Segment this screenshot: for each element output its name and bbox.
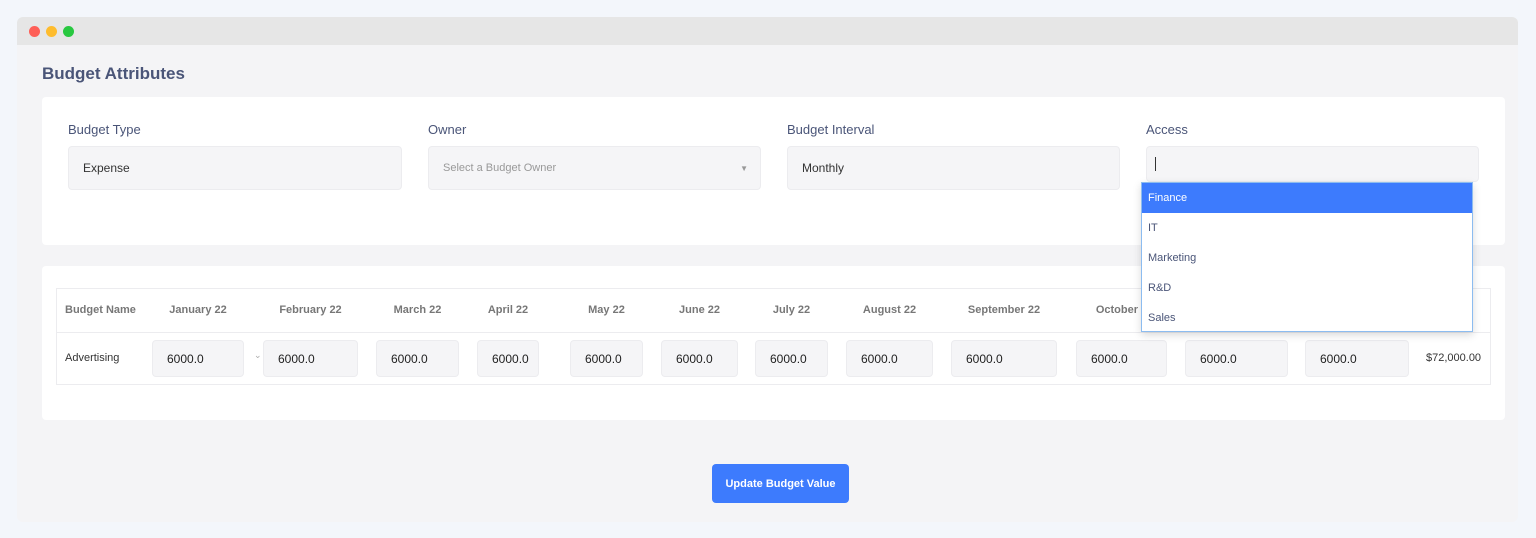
text-cursor (1155, 157, 1156, 171)
column-header: June 22 (679, 304, 720, 316)
interval-field[interactable]: Monthly (787, 146, 1120, 190)
month-value-input[interactable]: 6000.0 (477, 340, 539, 377)
owner-placeholder: Select a Budget Owner (443, 162, 557, 174)
access-label: Access (1146, 122, 1188, 137)
column-header: April 22 (487, 304, 529, 316)
budget-type-label: Budget Type (68, 122, 141, 137)
update-budget-button[interactable]: Update Budget Value (712, 464, 849, 503)
caret-down-icon: ▼ (740, 163, 748, 173)
access-option[interactable]: R&D (1142, 273, 1472, 303)
page-title: Budget Attributes (42, 64, 185, 83)
owner-label: Owner (428, 122, 467, 137)
access-option[interactable]: IT (1142, 213, 1472, 243)
month-value-input[interactable]: 6000.0 (755, 340, 828, 377)
title-bar (17, 17, 1518, 45)
access-dropdown: Finance IT Marketing R&D Sales (1141, 182, 1473, 332)
column-header: August 22 (862, 304, 917, 316)
maximize-window-icon[interactable] (63, 26, 74, 37)
column-header: March 22 (393, 304, 442, 316)
access-option[interactable]: Marketing (1142, 243, 1472, 273)
access-option[interactable]: Sales (1142, 303, 1472, 333)
access-option[interactable]: Finance (1142, 183, 1472, 213)
column-header: January 22 (169, 304, 227, 316)
month-value-input[interactable]: 6000.0 (570, 340, 643, 377)
column-header: September 22 (967, 304, 1041, 316)
chevron-down-icon[interactable]: ⌄ (254, 350, 262, 361)
month-value-input[interactable]: 6000.0 (1305, 340, 1409, 377)
month-value-input[interactable]: 6000.0 (152, 340, 244, 377)
month-value-input[interactable]: 6000.0 (661, 340, 738, 377)
month-value-input[interactable]: 6000.0 (263, 340, 358, 377)
minimize-window-icon[interactable] (46, 26, 57, 37)
owner-select[interactable]: Select a Budget Owner ▼ (428, 146, 761, 190)
row-total: $72,000.00 (1426, 352, 1482, 364)
access-input[interactable] (1146, 146, 1479, 182)
column-header: May 22 (588, 304, 625, 316)
month-value-input[interactable]: 6000.0 (1076, 340, 1167, 377)
budget-name: Advertising (65, 352, 120, 364)
close-window-icon[interactable] (29, 26, 40, 37)
column-header: Budget Name (65, 304, 136, 316)
column-header: July 22 (772, 304, 811, 316)
interval-label: Budget Interval (787, 122, 875, 137)
month-value-input[interactable]: 6000.0 (951, 340, 1057, 377)
month-value-input[interactable]: 6000.0 (846, 340, 933, 377)
month-value-input[interactable]: 6000.0 (1185, 340, 1288, 377)
column-header: February 22 (279, 304, 342, 316)
month-value-input[interactable]: 6000.0 (376, 340, 459, 377)
budget-type-field[interactable]: Expense (68, 146, 402, 190)
